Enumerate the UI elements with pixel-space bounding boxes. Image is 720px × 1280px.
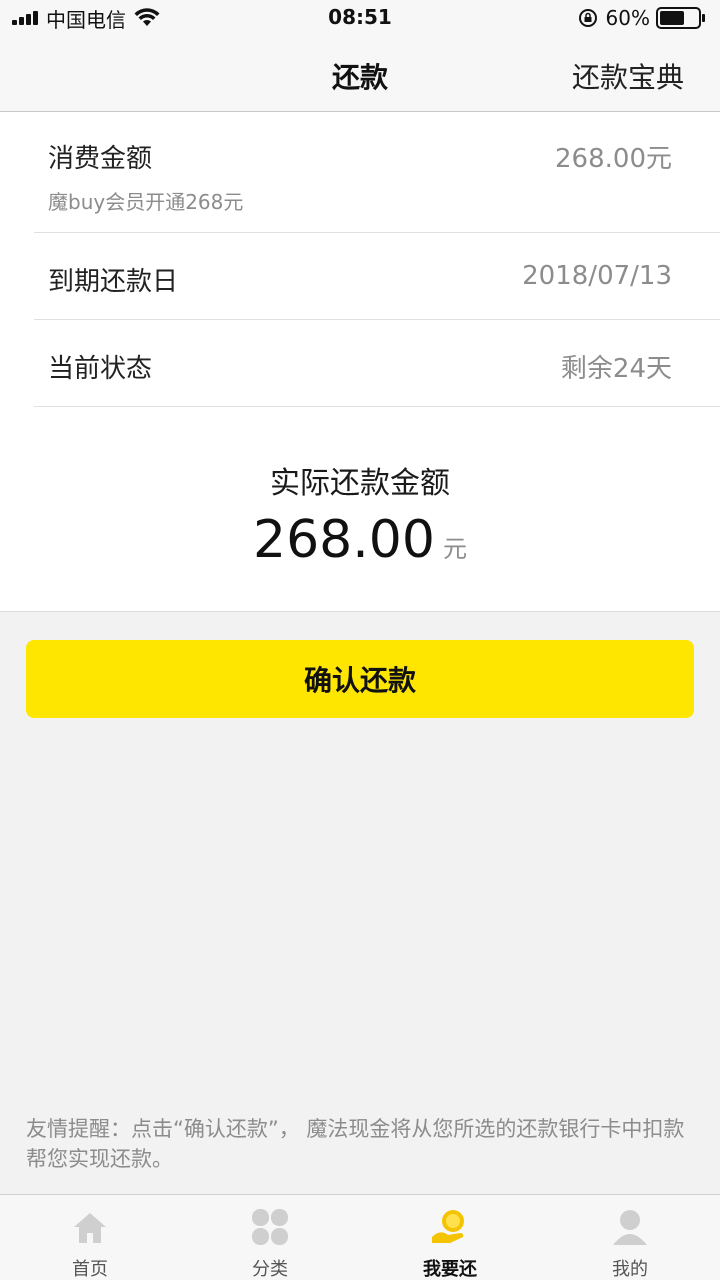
battery-icon bbox=[656, 7, 705, 29]
battery-percent: 60% bbox=[605, 6, 650, 30]
due-date-row: 到期还款日 2018/07/13 bbox=[34, 233, 720, 320]
tab-category[interactable]: 分类 bbox=[180, 1195, 360, 1280]
consumption-value: 268.00元 bbox=[555, 144, 672, 174]
status-bar: 中国电信 08:51 60% bbox=[0, 0, 720, 36]
status-value: 剩余24天 bbox=[560, 354, 672, 384]
tab-home[interactable]: 首页 bbox=[0, 1195, 180, 1280]
actual-amount-display: 268.00 元 bbox=[0, 510, 720, 570]
actual-amount-value: 268.00 bbox=[253, 510, 435, 570]
rotation-lock-icon bbox=[578, 9, 597, 27]
repay-icon bbox=[432, 1210, 464, 1243]
tab-home-label: 首页 bbox=[72, 1259, 108, 1280]
due-date-value: 2018/07/13 bbox=[522, 261, 672, 291]
tab-profile-label: 我的 bbox=[612, 1259, 648, 1280]
tab-category-label: 分类 bbox=[252, 1259, 288, 1280]
due-date-label: 到期还款日 bbox=[48, 267, 179, 297]
tab-profile[interactable]: 我的 bbox=[540, 1195, 720, 1280]
consumption-sub: 魔buy会员开通268元 bbox=[48, 190, 244, 214]
status-row: 当前状态 剩余24天 bbox=[34, 320, 720, 407]
consumption-row: 消费金额 268.00元 魔buy会员开通268元 bbox=[34, 112, 720, 233]
tab-repay-label: 我要还 bbox=[423, 1259, 477, 1280]
actual-amount-label: 实际还款金额 bbox=[270, 466, 450, 501]
profile-icon bbox=[613, 1210, 647, 1245]
home-icon bbox=[74, 1213, 106, 1243]
status-label: 当前状态 bbox=[48, 354, 153, 384]
consumption-label: 消费金额 bbox=[48, 144, 153, 174]
repayment-guide-link[interactable]: 还款宝典 bbox=[572, 56, 684, 96]
repayment-detail-card: 消费金额 268.00元 魔buy会员开通268元 到期还款日 2018/07/… bbox=[0, 112, 720, 612]
nav-bar: 还款 还款宝典 bbox=[0, 36, 720, 112]
actual-amount-unit: 元 bbox=[442, 535, 467, 563]
status-right: 60% bbox=[578, 6, 706, 30]
friendly-reminder: 友情提醒：点击“确认还款”， 魔法现金将从您所选的还款银行卡中扣款帮您实现还款。 bbox=[26, 1117, 685, 1171]
tab-bar: 首页 分类 我要还 我的 bbox=[0, 1194, 720, 1280]
confirm-repayment-button[interactable]: 确认还款 bbox=[26, 640, 694, 718]
tab-repay[interactable]: 我要还 bbox=[360, 1195, 540, 1280]
category-icon bbox=[252, 1209, 288, 1245]
